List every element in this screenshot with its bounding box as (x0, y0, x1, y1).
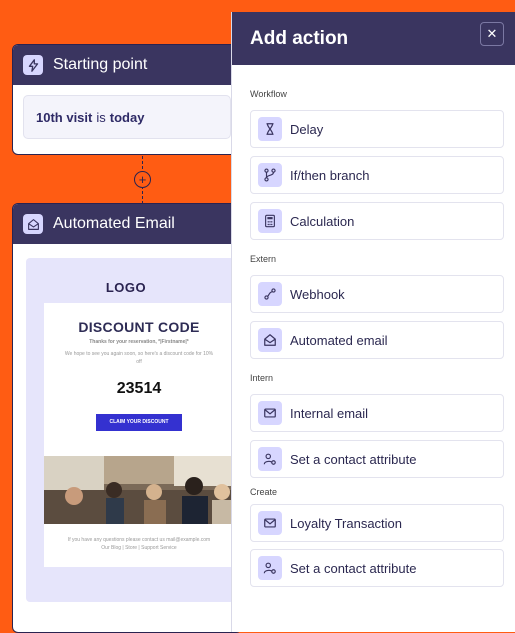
section-intern: Intern (250, 373, 274, 383)
email-footer-links: Our Blog | Store | Support Service (101, 544, 177, 551)
starting-point-header: Starting point (13, 45, 241, 85)
starting-point-card[interactable]: Starting point 10th visit is today (12, 44, 242, 155)
trigger-mid: is (96, 109, 106, 125)
close-button[interactable]: ✕ (480, 22, 504, 46)
email-footer: If you have any questions please contact… (44, 537, 234, 552)
action-ifthen-label: If/then branch (290, 167, 370, 183)
email-footer-contact: If you have any questions please contact… (67, 537, 211, 543)
add-action-panel: Add action ✕ Workflow Delay If/then bran… (231, 12, 515, 632)
email-open-icon (23, 214, 43, 234)
action-delay[interactable]: Delay (250, 110, 504, 148)
action-set-contact-attribute[interactable]: Set a contact attribute (250, 440, 504, 478)
action-loyalty-transaction-label: Loyalty Transaction (290, 515, 403, 531)
close-icon: ✕ (486, 26, 498, 41)
claim-discount-button[interactable]: CLAIM YOUR DISCOUNT (96, 414, 182, 431)
calculator-icon (258, 209, 282, 233)
webhook-icon (258, 282, 282, 306)
envelope-icon (258, 511, 282, 535)
email-content: DISCOUNT CODE Thanks for your reservatio… (44, 303, 234, 567)
action-automated-email[interactable]: Automated email (250, 321, 504, 359)
email-logo: LOGO (105, 280, 147, 295)
plus-icon: + (138, 172, 147, 187)
action-automated-email-label: Automated email (290, 332, 388, 348)
trigger-suffix: today (109, 109, 145, 125)
action-set-contact-attribute-label: Set a contact attribute (290, 451, 417, 467)
panel-title: Add action (250, 27, 349, 49)
add-step-button[interactable]: + (134, 171, 151, 188)
action-internal-email-label: Internal email (290, 405, 369, 421)
email-thanks: Thanks for your reservation, *|Firstname… (89, 339, 189, 345)
starting-point-title: Starting point (53, 56, 148, 73)
trigger-prefix: 10th visit (36, 109, 93, 125)
envelope-icon (258, 401, 282, 425)
action-internal-email[interactable]: Internal email (250, 394, 504, 432)
discount-code: 23514 (116, 380, 162, 397)
hourglass-icon (258, 117, 282, 141)
section-extern: Extern (250, 254, 277, 264)
automated-email-title: Automated Email (53, 215, 175, 232)
action-calculation[interactable]: Calculation (250, 202, 504, 240)
action-webhook-label: Webhook (290, 286, 345, 302)
section-create: Create (250, 487, 278, 497)
action-set-contact-attribute-create-label: Set a contact attribute (290, 560, 417, 576)
branch-icon (258, 163, 282, 187)
lightning-icon (23, 55, 43, 75)
action-webhook[interactable]: Webhook (250, 275, 504, 313)
email-open-icon (258, 328, 282, 352)
user-settings-icon (258, 447, 282, 471)
user-settings-icon (258, 556, 282, 580)
action-loyalty-transaction[interactable]: Loyalty Transaction (250, 504, 504, 542)
email-message: We hope to see you again soon, so here's… (64, 351, 214, 365)
automated-email-header: Automated Email (13, 204, 241, 244)
action-delay-label: Delay (290, 121, 324, 137)
action-ifthen-branch[interactable]: If/then branch (250, 156, 504, 194)
trigger-condition[interactable]: 10th visit is today (23, 95, 231, 139)
action-calculation-label: Calculation (290, 213, 355, 229)
panel-header: Add action ✕ (232, 12, 515, 65)
section-workflow: Workflow (250, 89, 287, 99)
email-heading: DISCOUNT CODE (78, 319, 200, 335)
action-set-contact-attribute-create[interactable]: Set a contact attribute (250, 549, 504, 587)
email-photo (44, 456, 234, 524)
